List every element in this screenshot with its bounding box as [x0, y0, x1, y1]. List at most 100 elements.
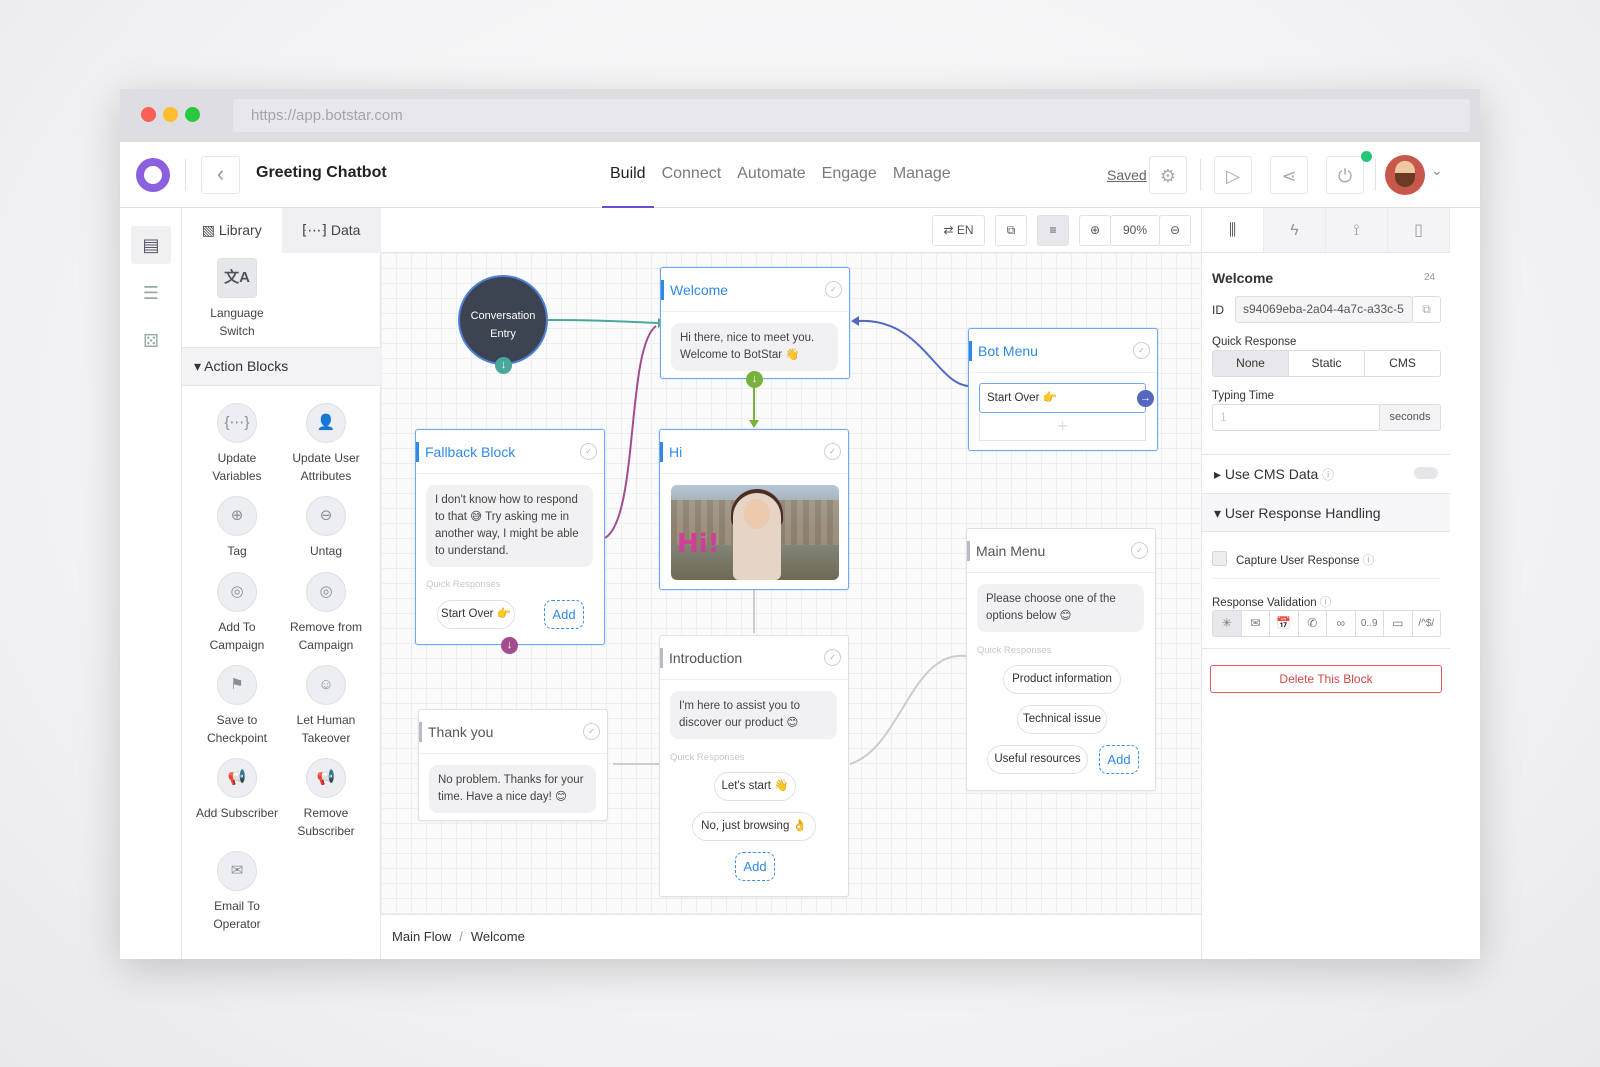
typing-time-input[interactable]: 1: [1212, 404, 1380, 431]
option-static[interactable]: Static: [1289, 351, 1365, 376]
entry-port-icon[interactable]: ↓: [495, 357, 512, 374]
action-blocks-header[interactable]: ▾ Action Blocks: [182, 347, 381, 386]
quick-reply-lets-start[interactable]: Let's start 👋: [714, 772, 796, 801]
add-menu-item-icon[interactable]: +: [979, 413, 1146, 441]
nav-connect[interactable]: Connect: [654, 142, 730, 208]
check-circle-icon[interactable]: ✓: [825, 281, 842, 298]
add-quick-reply-button[interactable]: Add: [544, 600, 584, 629]
fallback-port-icon[interactable]: ↓: [501, 637, 518, 654]
check-circle-icon[interactable]: ✓: [580, 443, 597, 460]
tile-email-to-operator[interactable]: ✉ Email To Operator: [192, 851, 282, 933]
check-circle-icon[interactable]: ✓: [824, 649, 841, 666]
check-circle-icon[interactable]: ✓: [1131, 542, 1148, 559]
saved-status[interactable]: Saved: [1107, 167, 1147, 183]
option-cms[interactable]: CMS: [1365, 351, 1440, 376]
nav-automate[interactable]: Automate: [729, 142, 813, 208]
tile-tag[interactable]: ⊕ Tag: [192, 496, 282, 560]
close-dot[interactable]: [141, 107, 156, 122]
validation-date[interactable]: 📅: [1270, 611, 1299, 636]
properties-tabs: ⫼ ϟ ⟟ ▯: [1202, 208, 1450, 253]
tile-remove-subscriber[interactable]: 📢 Remove Subscriber: [281, 758, 371, 840]
tile-remove-from-campaign[interactable]: ◎ Remove from Campaign: [281, 572, 371, 654]
preview-button[interactable]: ▷: [1214, 156, 1252, 194]
validation-regex[interactable]: /^$/: [1412, 611, 1440, 636]
flow-icon[interactable]: ▤: [131, 226, 171, 264]
block-thank-you[interactable]: Thank you ✓ No problem. Thanks for your …: [418, 709, 608, 821]
conversation-entry[interactable]: Conversation Entry: [458, 275, 548, 365]
block-title: Welcome: [661, 268, 849, 312]
database-icon[interactable]: ☰: [131, 274, 171, 312]
block-title: Bot Menu: [969, 329, 1157, 373]
quick-reply-product-information[interactable]: Product information: [1003, 665, 1121, 694]
check-circle-icon[interactable]: ✓: [1133, 342, 1150, 359]
breadcrumb-main-flow[interactable]: Main Flow: [392, 929, 451, 944]
validation-phone[interactable]: ✆: [1298, 611, 1327, 636]
tile-untag[interactable]: ⊖ Untag: [281, 496, 371, 560]
add-quick-reply-button[interactable]: Add: [1099, 745, 1139, 774]
tile-save-to-checkpoint[interactable]: ⚑ Save to Checkpoint: [192, 665, 282, 747]
quick-reply-start-over[interactable]: Start Over 👉: [437, 600, 515, 629]
block-id-field[interactable]: s94069eba-2a04-4a7c-a33c-5: [1235, 296, 1413, 323]
layout-button[interactable]: ≡: [1037, 215, 1069, 246]
settings-button[interactable]: ⚙: [1149, 156, 1187, 194]
nav-build[interactable]: Build: [602, 142, 654, 208]
welcome-port-icon[interactable]: ↓: [746, 371, 763, 388]
quick-reply-useful-resources[interactable]: Useful resources: [987, 745, 1088, 774]
back-button[interactable]: ‹: [201, 156, 240, 194]
block-introduction[interactable]: Introduction ✓ I'm here to assist you to…: [659, 635, 849, 897]
menu-button-start-over[interactable]: Start Over 👉: [979, 383, 1146, 413]
tile-add-subscriber[interactable]: 📢 Add Subscriber: [192, 758, 282, 822]
validation-number[interactable]: 0..9: [1355, 611, 1384, 636]
delete-block-button[interactable]: Delete This Block: [1210, 665, 1442, 693]
user-response-section[interactable]: ▾ User Response Handling: [1202, 493, 1450, 532]
nav-manage[interactable]: Manage: [885, 142, 959, 208]
tab-properties[interactable]: ⫼: [1202, 208, 1264, 252]
nav-engage[interactable]: Engage: [814, 142, 885, 208]
tab-actions[interactable]: ϟ: [1264, 208, 1326, 252]
check-circle-icon[interactable]: ✓: [583, 723, 600, 740]
tab-preview[interactable]: ▯: [1388, 208, 1450, 252]
tab-connections[interactable]: ⟟: [1326, 208, 1388, 252]
validation-card[interactable]: ▭: [1384, 611, 1413, 636]
blocks-icon[interactable]: ⚄: [131, 322, 171, 360]
address-bar[interactable]: https://app.botstar.com: [233, 99, 1470, 132]
minimize-dot[interactable]: [163, 107, 178, 122]
chevron-down-icon[interactable]: ⌄: [1431, 162, 1443, 179]
copy-button[interactable]: ⧉: [1412, 296, 1441, 323]
validation-url[interactable]: ∞: [1327, 611, 1356, 636]
block-main-menu[interactable]: Main Menu ✓ Please choose one of the opt…: [966, 528, 1156, 791]
botstar-logo[interactable]: [136, 158, 170, 192]
maximize-dot[interactable]: [185, 107, 200, 122]
use-cms-section[interactable]: ▸ Use CMS Data ⓘ: [1202, 454, 1450, 493]
add-quick-reply-button[interactable]: Add: [735, 852, 775, 881]
share-button[interactable]: ⋖: [1270, 156, 1308, 194]
tab-data[interactable]: ⁅⋯⁆ Data: [281, 208, 381, 253]
tile-language-switch[interactable]: 文A Language Switch: [192, 258, 282, 340]
tile-add-to-campaign[interactable]: ◎ Add To Campaign: [192, 572, 282, 654]
quick-reply-technical-issue[interactable]: Technical issue: [1017, 705, 1107, 734]
flow-canvas[interactable]: ⇄ EN ⧉ ≡ ⊕ 90% ⊖ Conversation Entry ↓ We…: [381, 208, 1201, 959]
language-button[interactable]: ⇄ EN: [932, 215, 985, 246]
capture-checkbox[interactable]: [1212, 551, 1227, 566]
block-hi[interactable]: Hi ✓ Hi!: [659, 429, 849, 590]
block-fallback[interactable]: Fallback Block ✓ I don't know how to res…: [415, 429, 605, 645]
cms-toggle[interactable]: [1414, 467, 1438, 479]
user-avatar[interactable]: [1385, 155, 1425, 195]
validation-any[interactable]: ✳: [1213, 611, 1242, 636]
tab-library[interactable]: ▧ Library: [182, 208, 282, 253]
option-none[interactable]: None: [1213, 351, 1289, 376]
power-button[interactable]: ⏻: [1326, 156, 1364, 194]
tile-let-human-takeover[interactable]: ☺ Let Human Takeover: [281, 665, 371, 747]
zoom-out-button[interactable]: ⊖: [1159, 215, 1191, 246]
hi-image-text: Hi!: [677, 529, 720, 559]
validation-email[interactable]: ✉: [1241, 611, 1270, 636]
tile-update-user-attributes[interactable]: 👤 Update User Attributes: [281, 403, 371, 485]
block-welcome[interactable]: Welcome ✓ Hi there, nice to meet you. We…: [660, 267, 850, 379]
tile-update-variables[interactable]: {⋯} Update Variables: [192, 403, 282, 485]
block-bot-menu[interactable]: Bot Menu ✓ Start Over 👉 + →: [968, 328, 1158, 451]
zoom-in-button[interactable]: ⊕: [1079, 215, 1111, 246]
fit-screen-button[interactable]: ⧉: [995, 215, 1027, 246]
quick-reply-just-browsing[interactable]: No, just browsing 👌: [692, 812, 816, 841]
check-circle-icon[interactable]: ✓: [824, 443, 841, 460]
button-port-icon[interactable]: →: [1137, 390, 1154, 407]
